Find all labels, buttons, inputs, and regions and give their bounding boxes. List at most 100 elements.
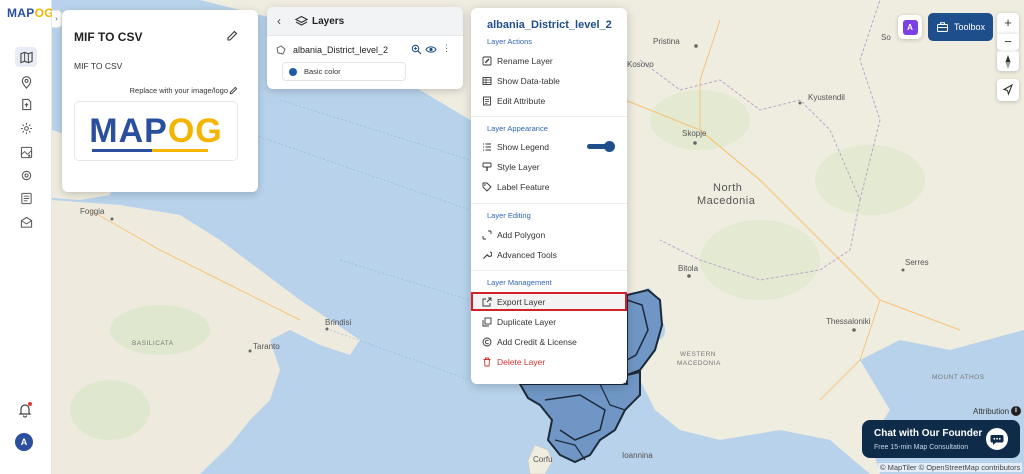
layer-name[interactable]: albania_District_level_2 [293,45,388,55]
map-label-kyustendil: Kyustendil [808,93,845,102]
toolbox-label: Toolbox [954,22,986,32]
replace-logo-text[interactable]: Replace with your image/logo [130,86,228,95]
export-layer-item[interactable]: Export Layer [471,293,627,311]
map-label-north: North [713,182,743,194]
label-feature-label: Label Feature [497,182,550,192]
paint-brush-icon [482,162,492,171]
style-layer-item[interactable]: Style Layer [471,158,627,176]
gear-icon[interactable] [15,165,37,185]
layers-title: Layers [312,16,345,27]
ai-icon: A [902,19,918,35]
map-credits[interactable]: © MapTiler © OpenStreetMap contributors [878,463,1023,472]
app-logo[interactable]: MAPOG [7,6,54,20]
zoom-out-button[interactable]: − [997,33,1019,51]
datatable-label: Show Data-table [497,76,560,86]
layer-style-swatch[interactable]: Basic color [282,62,406,81]
map-label-skopje: Skopje [682,129,707,138]
chevron-right-icon[interactable]: › [52,10,62,28]
duplicate-icon [482,317,492,327]
color-dot [289,68,297,76]
toolbox-icon [937,22,948,32]
edit-logo-icon[interactable] [229,86,238,95]
left-sidebar: MAPOG A [0,0,54,474]
logo-text: MAP [7,6,35,20]
map-label-brindisi: Brindisi [325,318,352,327]
export-layer-label: Export Layer [497,297,546,307]
layer-row[interactable]: albania_District_level_2 ⋮ [267,43,463,59]
map-label-corfu: Corfu [533,455,553,464]
show-datatable-item[interactable]: Show Data-table [471,72,627,90]
copyright-icon [482,337,492,347]
visibility-eye-icon[interactable] [425,44,437,55]
notification-dot [28,402,32,406]
add-credit-label: Add Credit & License [497,337,577,347]
info-icon[interactable]: i [1011,406,1021,416]
show-legend-toggle[interactable] [587,141,615,152]
settings-gear-icon[interactable] [15,118,37,138]
wrench-icon [483,251,492,259]
report-icon[interactable] [15,188,37,208]
back-chevron-icon[interactable]: ‹ [277,14,281,28]
add-polygon-label: Add Polygon [497,230,546,240]
layers-header: ‹ Layers [267,7,463,36]
map-layers-icon[interactable] [15,142,37,162]
map-label-mount-athos: MOUNT ATHOS [932,374,985,381]
section-layer-management: Layer Management [487,278,552,287]
avatar[interactable]: A [15,433,33,451]
section-layer-actions: Layer Actions [487,37,533,46]
more-options-icon[interactable]: ⋮ [442,43,451,54]
add-polygon-item[interactable]: Add Polygon [471,226,627,244]
layer-actions-menu: albania_District_level_2 Layer Actions R… [471,8,627,384]
chat-subtitle: Free 15-min Map Consultation [874,444,969,451]
advanced-tools-item[interactable]: Advanced Tools [471,246,627,264]
delete-layer-item[interactable]: Delete Layer [471,353,627,371]
section-layer-appearance: Layer Appearance [487,124,548,133]
map-label-western: WESTERN [680,351,716,358]
zoom-to-layer-icon[interactable] [411,44,422,55]
style-layer-label: Style Layer [497,162,540,172]
map-label-taranto: Taranto [253,342,280,351]
map-label-macedonia: Macedonia [697,195,756,207]
edit-attribute-item[interactable]: Edit Attribute [471,92,627,110]
zoom-in-button[interactable]: + [997,13,1019,33]
notification-bell-icon[interactable] [17,402,33,418]
table-icon [482,77,492,85]
map-label-thessaloniki: Thessaloniki [826,317,871,326]
edit-attribute-label: Edit Attribute [497,96,546,106]
map-label-bitola: Bitola [678,264,699,273]
export-icon [482,297,492,307]
location-icon[interactable] [15,72,37,92]
map-label-basilicata: BASILICATA [132,340,174,347]
chat-widget[interactable]: Chat with Our Founder Free 15-min Map Co… [862,420,1020,458]
toolbox-button[interactable]: Toolbox [928,13,993,41]
mail-icon[interactable] [15,212,37,232]
ai-assistant-button[interactable]: A [898,15,922,39]
project-logo-text: MAP [89,111,168,150]
map-icon[interactable] [15,47,37,67]
rename-layer-item[interactable]: Rename Layer [471,52,627,70]
chat-bubble-icon[interactable] [986,428,1008,450]
rename-icon [482,56,492,66]
add-polygon-icon [482,230,492,240]
label-feature-item[interactable]: Label Feature [471,178,627,196]
attribution-text[interactable]: Attribution [973,407,1009,416]
map-label-kosovo: Kosovo [627,60,654,69]
map-label-pristina: Pristina [653,37,680,46]
menu-layer-name: albania_District_level_2 [487,19,612,31]
locate-arrow-icon[interactable] [997,79,1019,101]
logo-accent: OG [34,6,54,20]
menu-divider [471,203,627,204]
project-logo: MAPOG [89,112,222,151]
add-credit-item[interactable]: Add Credit & License [471,333,627,351]
edit-attribute-icon [483,96,491,106]
upload-icon[interactable] [15,94,37,114]
compass-icon[interactable] [997,51,1019,71]
polygon-icon [276,45,286,55]
advanced-tools-label: Advanced Tools [497,250,557,260]
duplicate-layer-item[interactable]: Duplicate Layer [471,313,627,331]
legend-list-icon [483,143,491,151]
project-logo-accent: OG [167,111,223,150]
project-card: MIF TO CSV MIF TO CSV Replace with your … [62,10,258,192]
edit-project-icon[interactable] [226,30,238,42]
layers-panel: ‹ Layers albania_District_level_2 ⋮ Basi… [267,7,463,89]
